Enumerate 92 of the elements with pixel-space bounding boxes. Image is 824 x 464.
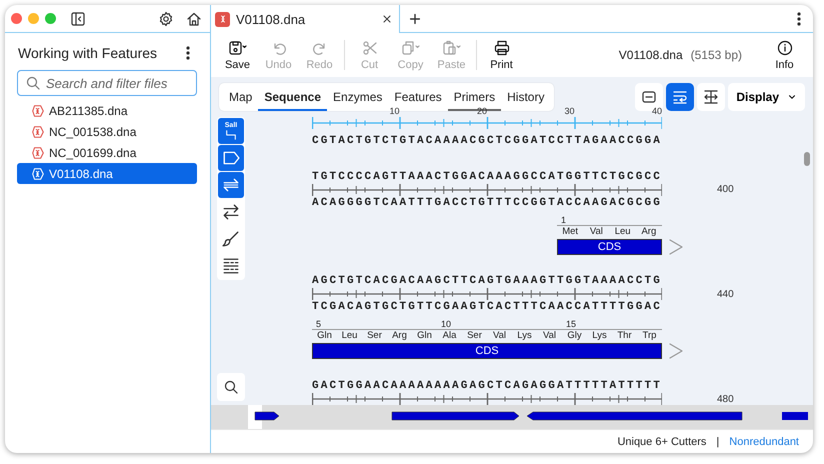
scrollbar-thumb[interactable] bbox=[804, 152, 810, 166]
cds-feature-bar[interactable]: CDS bbox=[312, 343, 662, 360]
amino-acid-label: Gly bbox=[562, 329, 587, 342]
amino-acid-label: Leu bbox=[610, 224, 636, 238]
cut-site-icon bbox=[223, 128, 239, 140]
info-button[interactable]: Info bbox=[764, 40, 805, 70]
scissors-icon bbox=[362, 40, 378, 56]
swap-arrows-icon bbox=[222, 203, 240, 221]
top-strand-sequence: GACTGGAACAAAAAAAAGAGCTCAGAGGATTTTTATTTTT bbox=[312, 379, 662, 394]
file-list-item[interactable]: V01108.dna bbox=[17, 163, 197, 184]
dna-file-icon bbox=[31, 146, 45, 160]
amino-acid-label: Ser bbox=[462, 329, 487, 342]
residue-number: 1 bbox=[560, 216, 568, 225]
close-window-button[interactable] bbox=[11, 13, 22, 24]
dna-file-icon bbox=[31, 104, 45, 118]
amino-acid-label: Lys bbox=[587, 329, 612, 342]
close-icon bbox=[381, 13, 393, 25]
separator-text: | bbox=[716, 436, 720, 448]
amino-acid-label: Arg bbox=[387, 329, 412, 342]
position-number: 440 bbox=[717, 288, 735, 300]
linear-view-icon bbox=[641, 89, 658, 105]
top-strand-sequence: AGCTGTCACGACAAGCTTCAGTGAAAGTTGGTAAAACCTG bbox=[312, 274, 662, 288]
wrap-lines-icon bbox=[672, 89, 688, 105]
position-number: 400 bbox=[717, 184, 735, 196]
ruler-number: 30 bbox=[563, 106, 574, 116]
chevron-icon bbox=[668, 342, 684, 360]
top-strand-sequence: TGTCCCCAGTTAAACTGGACAAAGGCCATGGTTCTGCGCC bbox=[312, 170, 662, 184]
amino-acid-label: Gln bbox=[412, 329, 437, 342]
document-tab[interactable]: V01108.dna bbox=[211, 5, 400, 33]
toolbar-button[interactable]: Print bbox=[481, 40, 522, 70]
sidebar-toggle-icon bbox=[70, 10, 86, 26]
amino-acid-label: Trp bbox=[637, 329, 662, 342]
residue-number: 10 bbox=[440, 320, 452, 330]
file-list-item[interactable]: NC_001538.dna bbox=[17, 121, 197, 142]
amino-acid-label: Leu bbox=[337, 329, 362, 342]
amino-acid-label: Lys bbox=[512, 329, 537, 342]
amino-acid-label: Val bbox=[583, 224, 610, 238]
close-tab-button[interactable] bbox=[381, 13, 393, 25]
view-tab[interactable]: History bbox=[501, 83, 550, 111]
zoom-button[interactable] bbox=[217, 373, 245, 401]
printer-icon bbox=[494, 40, 510, 56]
amino-acid-label: Met bbox=[557, 224, 584, 238]
enzyme-filter-label: Unique 6+ Cutters bbox=[617, 436, 706, 448]
copy-icon bbox=[401, 40, 420, 56]
position-number: 480 bbox=[717, 394, 735, 405]
amino-acid-label: Gln bbox=[312, 329, 337, 342]
file-name: V01108.dna bbox=[618, 48, 683, 62]
top-strand-sequence: CGTACTGTCTGTACAAAACGCTCGGATCCTTAGAACCGGA bbox=[312, 134, 662, 148]
bottom-strand-sequence: ACAGGGGTCAATTTGACCTGTTTCCGGTACCAAGACGCGG bbox=[312, 196, 662, 210]
nonredundant-link[interactable]: Nonredundant bbox=[729, 436, 799, 448]
dna-file-icon bbox=[31, 124, 45, 138]
chevron-icon bbox=[668, 238, 684, 256]
dna-file-icon bbox=[31, 166, 45, 180]
display-menu-button[interactable]: Display bbox=[728, 83, 805, 111]
settings-icon bbox=[158, 10, 174, 26]
amino-acid-label: Arg bbox=[636, 224, 662, 238]
settings-button[interactable] bbox=[158, 10, 174, 26]
home-button[interactable] bbox=[186, 10, 202, 26]
residue-number: 15 bbox=[565, 320, 578, 330]
double-strand-icon bbox=[222, 176, 240, 194]
search-icon bbox=[223, 379, 239, 395]
toolbar-button[interactable]: Save bbox=[217, 40, 258, 70]
amino-acid-label: Thr bbox=[612, 329, 637, 342]
home-icon bbox=[186, 10, 202, 26]
bottom-strand-sequence: TCGACAGTGCTGTTCGAAGTCACTTTCAACCATTTTGGAC bbox=[312, 300, 662, 314]
feature-arrow-icon bbox=[222, 149, 240, 167]
plus-icon bbox=[408, 12, 422, 26]
view-mode-button[interactable] bbox=[697, 83, 726, 111]
amino-acid-label: Val bbox=[487, 329, 512, 342]
view-tab[interactable]: Enzymes bbox=[327, 83, 388, 111]
fit-width-icon bbox=[703, 89, 720, 105]
sidebar-toggle-button[interactable] bbox=[70, 10, 86, 26]
list-layout-icon bbox=[222, 257, 240, 275]
amino-acid-label: Val bbox=[537, 329, 562, 342]
search-icon bbox=[25, 75, 41, 91]
cds-feature-bar[interactable]: CDS bbox=[557, 238, 662, 255]
info-icon bbox=[776, 40, 792, 56]
project-title: Working with Features bbox=[18, 45, 158, 61]
save-icon bbox=[228, 40, 247, 56]
file-size: (5153 bp) bbox=[690, 48, 742, 62]
brush-icon bbox=[222, 230, 240, 248]
file-list-item[interactable]: AB211385.dna bbox=[17, 100, 197, 121]
ruler-number: 40 bbox=[650, 106, 662, 116]
view-tab[interactable]: Sequence bbox=[258, 83, 328, 111]
paste-icon bbox=[442, 40, 461, 56]
amino-acid-label: Ser bbox=[362, 329, 387, 342]
ruler-number: 10 bbox=[388, 106, 400, 116]
search-field[interactable]: Search and filter files bbox=[17, 70, 197, 96]
view-tab[interactable]: Map bbox=[223, 83, 258, 111]
file-list-item[interactable]: NC_001699.dna bbox=[17, 142, 197, 163]
amino-acid-label: Ala bbox=[437, 329, 462, 342]
residue-number: 5 bbox=[315, 320, 322, 330]
